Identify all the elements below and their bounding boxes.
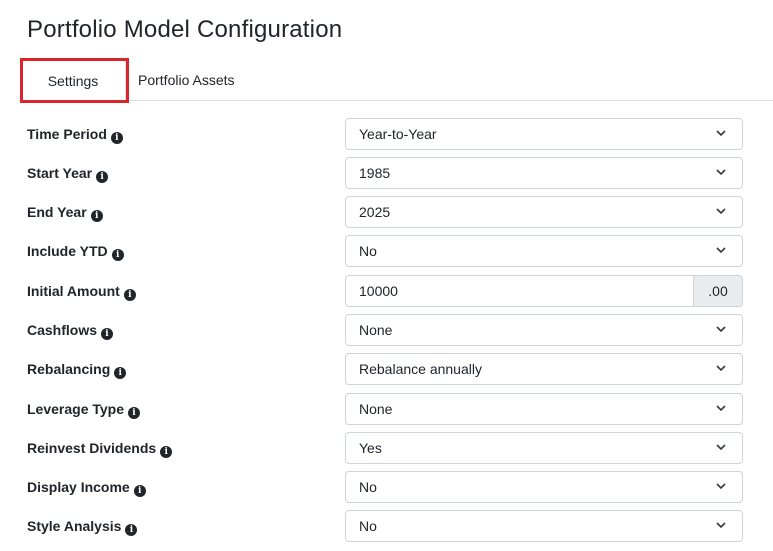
leverage-type-select[interactable]: None	[345, 393, 743, 425]
chevron-down-icon	[716, 483, 726, 490]
style-analysis-label: Style Analysis i	[27, 510, 138, 542]
chevron-down-icon	[716, 247, 726, 254]
initial-amount-suffix: .00	[693, 276, 742, 306]
chevron-down-icon	[716, 169, 726, 176]
info-icon[interactable]: i	[114, 367, 127, 379]
time-period-value: Year-to-Year	[359, 126, 437, 142]
start-year-value: 1985	[359, 165, 391, 181]
info-icon[interactable]: i	[111, 249, 124, 261]
end-year-value: 2025	[359, 204, 391, 220]
include-ytd-label: Include YTD i	[27, 235, 124, 267]
info-icon[interactable]: i	[133, 485, 146, 497]
form-row-style-analysis: Style Analysis i No	[0, 510, 773, 542]
info-icon[interactable]: i	[110, 132, 123, 144]
reinvest-dividends-value: Yes	[359, 440, 382, 456]
portfolio-config-page: Portfolio Model Configuration Settings P…	[0, 0, 773, 551]
form-row-reinvest-dividends: Reinvest Dividends i Yes	[0, 432, 773, 464]
leverage-type-value: None	[359, 401, 393, 417]
start-year-label: Start Year i	[27, 157, 109, 189]
info-icon[interactable]: i	[128, 407, 141, 419]
include-ytd-value: No	[359, 243, 377, 259]
reinvest-dividends-label: Reinvest Dividends i	[27, 432, 173, 464]
page-title: Portfolio Model Configuration	[27, 16, 343, 43]
cashflows-value: None	[359, 322, 393, 338]
rebalancing-value: Rebalance annually	[359, 361, 482, 377]
cashflows-label: Cashflows i	[27, 314, 114, 346]
display-income-value: No	[359, 479, 377, 495]
time-period-select[interactable]: Year-to-Year	[345, 118, 743, 150]
tab-bar: Settings Portfolio Assets	[20, 60, 773, 101]
form-row-initial-amount: Initial Amounti .00	[0, 275, 773, 307]
form-row-leverage-type: Leverage Type i None	[0, 393, 773, 425]
chevron-down-icon	[716, 522, 726, 529]
style-analysis-select[interactable]: No	[345, 510, 743, 542]
form-row-end-year: End Year i 2025	[0, 196, 773, 228]
chevron-down-icon	[716, 130, 726, 137]
info-icon[interactable]: i	[125, 524, 138, 536]
info-icon[interactable]: i	[90, 210, 103, 222]
form-row-time-period: Time Period i Year-to-Year	[0, 118, 773, 150]
info-icon[interactable]: i	[96, 171, 109, 183]
chevron-down-icon	[716, 405, 726, 412]
style-analysis-value: No	[359, 518, 377, 534]
display-income-label: Display Income i	[27, 471, 146, 503]
tab-settings[interactable]: Settings	[20, 60, 126, 100]
initial-amount-label: Initial Amount i	[27, 275, 136, 307]
chevron-down-icon	[716, 365, 726, 372]
chevron-down-icon	[716, 326, 726, 333]
end-year-label: End Year i	[27, 196, 103, 228]
form-row-display-income: Display Income i No	[0, 471, 773, 503]
start-year-select[interactable]: 1985	[345, 157, 743, 189]
cashflows-select[interactable]: None	[345, 314, 743, 346]
time-period-label: Time Period i	[27, 118, 123, 150]
rebalancing-select[interactable]: Rebalance annually	[345, 353, 743, 385]
initial-amount-input[interactable]	[346, 276, 694, 306]
info-icon[interactable]: i	[160, 446, 173, 458]
form-row-rebalancing: Rebalancing i Rebalance annually	[0, 353, 773, 385]
include-ytd-select[interactable]: No	[345, 235, 743, 267]
rebalancing-label: Rebalancing i	[27, 353, 127, 385]
end-year-select[interactable]: 2025	[345, 196, 743, 228]
form-row-cashflows: Cashflows i None	[0, 314, 773, 346]
chevron-down-icon	[716, 208, 726, 215]
chevron-down-icon	[716, 444, 726, 451]
info-icon[interactable]: i	[123, 289, 136, 301]
display-income-select[interactable]: No	[345, 471, 743, 503]
form-row-include-ytd: Include YTD i No	[0, 235, 773, 267]
initial-amount-group: .00	[345, 275, 743, 307]
info-icon[interactable]: i	[101, 328, 114, 340]
tab-portfolio-assets[interactable]: Portfolio Assets	[138, 60, 235, 100]
reinvest-dividends-select[interactable]: Yes	[345, 432, 743, 464]
form-row-start-year: Start Year i 1985	[0, 157, 773, 189]
leverage-type-label: Leverage Type i	[27, 393, 141, 425]
